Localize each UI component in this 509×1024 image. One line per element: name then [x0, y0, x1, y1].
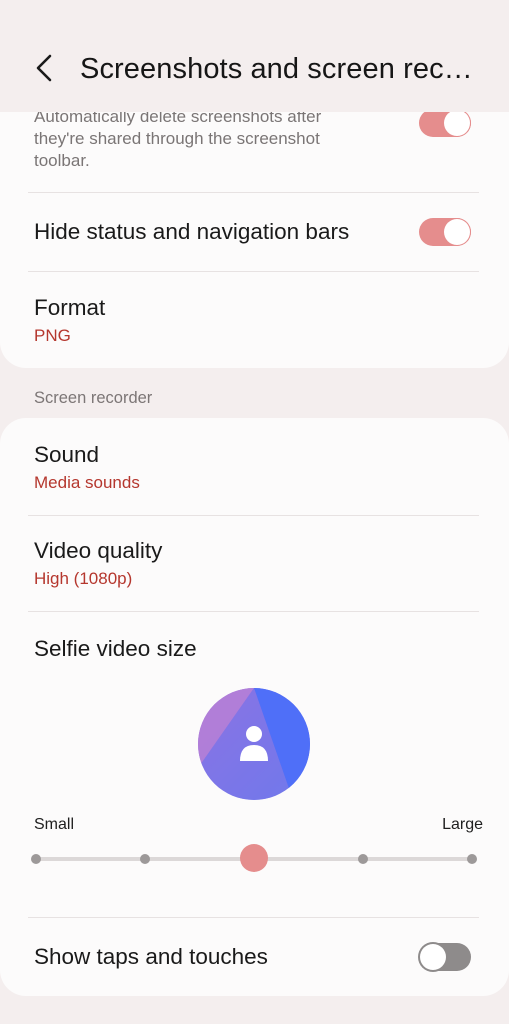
slider-tick[interactable]: [467, 854, 477, 864]
divider: [28, 611, 479, 612]
format-label: Format: [34, 295, 106, 320]
show-taps-toggle[interactable]: [419, 943, 471, 971]
slider-labels: Small Large: [34, 816, 483, 834]
hide-bars-label: Hide status and navigation bars: [34, 219, 350, 244]
toggle-knob: [444, 219, 470, 245]
format-value: PNG: [34, 326, 71, 345]
slider-tick[interactable]: [358, 854, 368, 864]
hide-bars-toggle[interactable]: [419, 218, 471, 246]
sound-row[interactable]: Sound Media sounds: [34, 440, 475, 494]
video-quality-value: High (1080p): [34, 569, 133, 588]
toggle-knob: [420, 944, 446, 970]
selfie-preview: [198, 688, 310, 800]
video-quality-row[interactable]: Video quality High (1080p): [34, 536, 475, 590]
screen-recorder-card: Sound Media sounds Video quality High (1…: [0, 418, 509, 996]
selfie-size-row: Selfie video size: [34, 634, 475, 664]
auto-delete-description: Automatically delete screenshots after t…: [34, 107, 322, 170]
slider-tick[interactable]: [31, 854, 41, 864]
back-button[interactable]: [28, 50, 60, 86]
format-row[interactable]: Format PNG: [34, 293, 475, 347]
show-taps-row[interactable]: Show taps and touches: [34, 942, 475, 972]
slider-max-label: Large: [442, 816, 483, 833]
video-quality-label: Video quality: [34, 538, 163, 563]
slider-min-label: Small: [34, 816, 75, 833]
slider-thumb[interactable]: [240, 844, 268, 872]
divider: [28, 271, 479, 272]
show-taps-label: Show taps and touches: [34, 944, 268, 969]
chevron-left-icon: [36, 54, 52, 82]
auto-delete-row[interactable]: Automatically delete screenshots after t…: [34, 106, 364, 172]
divider: [28, 192, 479, 193]
section-title-screen-recorder: Screen recorder: [34, 389, 153, 407]
toggle-knob: [444, 110, 470, 136]
app-bar: Screenshots and screen rec…: [0, 0, 509, 112]
divider: [28, 515, 479, 516]
page-title: Screenshots and screen rec…: [80, 53, 473, 85]
sound-value: Media sounds: [34, 473, 140, 492]
slider-tick[interactable]: [140, 854, 150, 864]
sound-label: Sound: [34, 442, 100, 467]
hide-bars-row[interactable]: Hide status and navigation bars: [34, 217, 475, 247]
auto-delete-toggle[interactable]: [419, 109, 471, 137]
screenshots-settings-card: Automatically delete screenshots after t…: [0, 80, 509, 368]
selfie-size-label: Selfie video size: [34, 636, 197, 661]
divider: [28, 917, 479, 918]
